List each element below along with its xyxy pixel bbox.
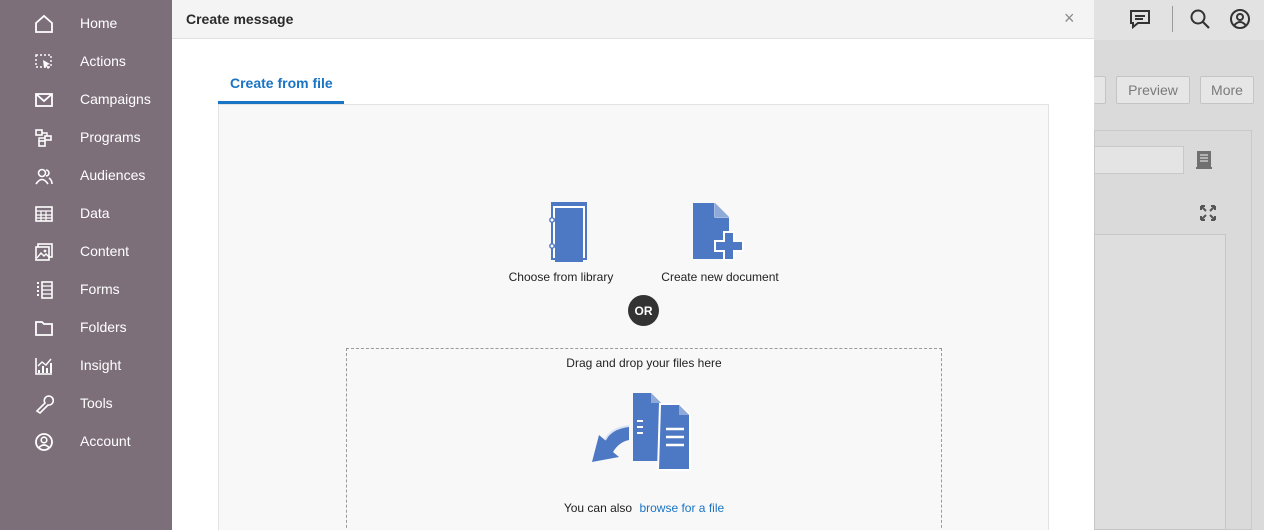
expand-icon[interactable]	[1199, 204, 1217, 222]
sidebar-item-label: Campaigns	[80, 91, 151, 107]
sidebar-item-label: Content	[80, 243, 130, 259]
dialog-header: Create message ×	[172, 0, 1094, 39]
data-icon	[34, 204, 54, 224]
sidebar: Home Actions Campaigns Programs Audience…	[0, 0, 172, 530]
sidebar-item-label: Home	[80, 15, 118, 31]
sidebar-item-actions[interactable]: Actions	[0, 42, 172, 80]
create-new-document-button[interactable]: Create new document	[658, 200, 782, 284]
home-icon	[34, 14, 54, 34]
sidebar-item-label: Audiences	[80, 167, 146, 183]
account-icon	[34, 432, 54, 452]
sidebar-item-label: Programs	[80, 129, 141, 145]
sidebar-item-label: Data	[80, 205, 110, 221]
sidebar-item-forms[interactable]: Forms	[0, 270, 172, 308]
content-icon	[34, 242, 54, 262]
sidebar-item-folders[interactable]: Folders	[0, 308, 172, 346]
user-profile-icon[interactable]	[1229, 8, 1251, 30]
background-button-hidden	[1094, 76, 1106, 104]
file-drop-zone[interactable]: Drag and drop your files here You can al…	[346, 348, 942, 530]
document-icon[interactable]	[1194, 148, 1216, 170]
sidebar-item-label: Tools	[80, 395, 113, 411]
audiences-icon	[34, 166, 54, 186]
close-icon[interactable]: ×	[1064, 8, 1075, 28]
sidebar-item-home[interactable]: Home	[0, 4, 172, 42]
forms-icon	[34, 280, 54, 300]
background-input[interactable]	[1094, 146, 1184, 174]
new-document-icon	[688, 200, 752, 264]
sidebar-item-content[interactable]: Content	[0, 232, 172, 270]
sidebar-item-data[interactable]: Data	[0, 194, 172, 232]
new-document-label: Create new document	[661, 270, 779, 284]
sidebar-item-label: Account	[80, 433, 131, 449]
browse-row: You can also browse for a file	[347, 501, 941, 515]
topbar-divider	[1172, 6, 1173, 32]
dialog-title: Create message	[186, 11, 294, 27]
drag-files-icon	[581, 393, 709, 471]
choose-from-library-button[interactable]: Choose from library	[503, 200, 619, 284]
library-label: Choose from library	[508, 270, 614, 284]
programs-icon	[34, 128, 54, 148]
sidebar-item-account[interactable]: Account	[0, 422, 172, 460]
tab-create-from-file[interactable]: Create from file	[218, 62, 344, 104]
or-separator: OR	[628, 295, 659, 326]
messages-icon[interactable]	[1129, 8, 1151, 30]
sidebar-item-insight[interactable]: Insight	[0, 346, 172, 384]
actions-icon	[34, 52, 54, 72]
browse-for-file-link[interactable]: browse for a file	[639, 501, 724, 515]
sidebar-item-programs[interactable]: Programs	[0, 118, 172, 156]
sidebar-item-audiences[interactable]: Audiences	[0, 156, 172, 194]
sidebar-item-label: Insight	[80, 357, 122, 373]
campaigns-icon	[34, 90, 54, 110]
wrench-icon	[34, 394, 55, 415]
preview-button[interactable]: Preview	[1116, 76, 1190, 104]
drop-instruction: Drag and drop your files here	[566, 356, 722, 370]
search-icon[interactable]	[1189, 8, 1211, 30]
sidebar-item-campaigns[interactable]: Campaigns	[0, 80, 172, 118]
create-message-dialog: Create message × Create from file Choose…	[172, 0, 1094, 530]
folder-icon	[34, 318, 54, 338]
sidebar-item-label: Actions	[80, 53, 126, 69]
tab-label: Create from file	[230, 75, 333, 91]
sidebar-item-label: Forms	[80, 281, 120, 297]
insight-icon	[34, 356, 54, 376]
also-text: You can also	[563, 501, 633, 515]
sidebar-item-label: Folders	[80, 319, 127, 335]
sidebar-item-tools[interactable]: Tools	[0, 384, 172, 422]
background-canvas	[1094, 234, 1226, 530]
more-button[interactable]: More	[1200, 76, 1254, 104]
library-icon	[529, 200, 593, 264]
